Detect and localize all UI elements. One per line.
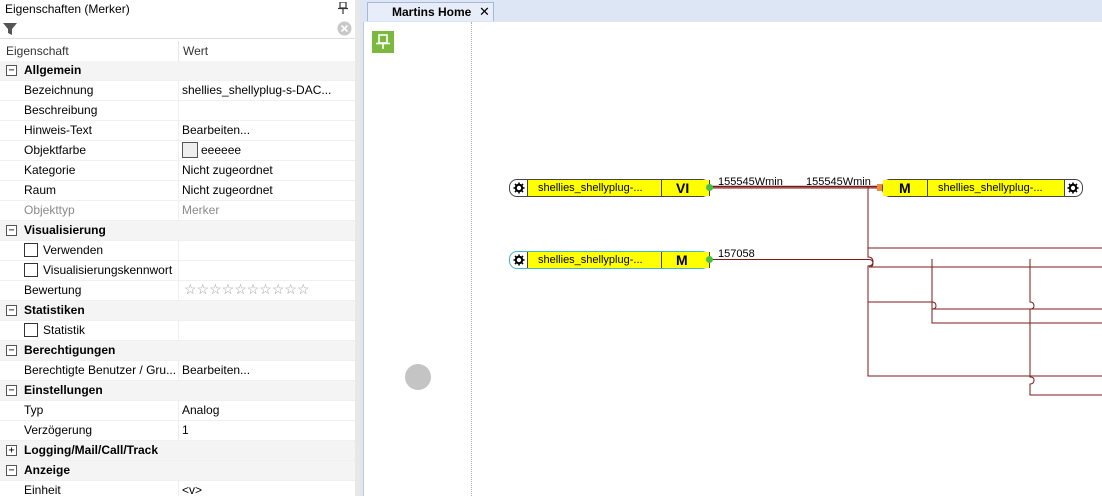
value-typ[interactable]: Analog bbox=[182, 403, 219, 417]
collapse-icon[interactable]: − bbox=[6, 65, 17, 76]
filter-input[interactable] bbox=[22, 21, 336, 38]
close-icon[interactable]: ✕ bbox=[479, 4, 490, 20]
checkbox-statistik[interactable] bbox=[24, 323, 38, 337]
category-einstellungen[interactable]: − Einstellungen bbox=[0, 381, 355, 401]
document-area: Martins Home ✕ shellies_shellyplug-... V… bbox=[360, 0, 1102, 496]
pin-toolbar-button[interactable] bbox=[372, 31, 394, 53]
block-label: shellies_shellyplug-... bbox=[538, 182, 643, 194]
prop-objektfarbe[interactable]: Objektfarbe eeeeee bbox=[0, 141, 355, 161]
prop-visualisierungskennwort[interactable]: Visualisierungskennwort bbox=[0, 261, 355, 281]
prop-raum[interactable]: Raum Nicht zugeordnet bbox=[0, 181, 355, 201]
property-grid: − Allgemein Bezeichnung shellies_shellyp… bbox=[0, 61, 355, 496]
category-visualisierung[interactable]: − Visualisierung bbox=[0, 221, 355, 241]
wire-value-label: 155545Wmin bbox=[718, 176, 783, 188]
logic-block-m-source[interactable]: shellies_shellyplug-... M bbox=[509, 251, 710, 269]
column-header: Eigenschaft Wert bbox=[0, 41, 355, 62]
wire-value-label: 157058 bbox=[718, 248, 755, 260]
prop-verwenden[interactable]: Verwenden bbox=[0, 241, 355, 261]
column-property[interactable]: Eigenschaft bbox=[6, 44, 69, 58]
collapse-icon[interactable]: − bbox=[6, 305, 17, 316]
prop-objekttyp: Objekttyp Merker bbox=[0, 201, 355, 221]
output-port[interactable] bbox=[706, 256, 713, 263]
input-port[interactable] bbox=[877, 184, 882, 191]
logic-block-m-target[interactable]: M shellies_shellyplug-... bbox=[882, 179, 1083, 197]
prop-bezeichnung[interactable]: Bezeichnung shellies_shellyplug-s-DAC... bbox=[0, 81, 355, 101]
filter-bar bbox=[0, 19, 355, 39]
category-logging[interactable]: + Logging/Mail/Call/Track bbox=[0, 441, 355, 461]
value-raum[interactable]: Nicht zugeordnet bbox=[182, 183, 273, 197]
collapse-icon[interactable]: − bbox=[6, 385, 17, 396]
value-objektfarbe[interactable]: eeeeee bbox=[201, 143, 241, 157]
value-objekttyp: Merker bbox=[182, 203, 220, 217]
logic-canvas[interactable]: shellies_shellyplug-... VI shellies_shel… bbox=[363, 22, 1102, 496]
rating-stars[interactable]: ☆☆☆☆☆☆☆☆☆☆ bbox=[184, 281, 310, 298]
prop-kategorie[interactable]: Kategorie Nicht zugeordnet bbox=[0, 161, 355, 181]
column-value[interactable]: Wert bbox=[183, 44, 208, 58]
wire-branch bbox=[1029, 259, 1102, 396]
status-dot bbox=[405, 364, 431, 390]
prop-berechtigte-benutzer[interactable]: Berechtigte Benutzer / Gru... Bearbeiten… bbox=[0, 361, 355, 381]
value-verzoegerung[interactable]: 1 bbox=[182, 423, 189, 437]
logic-block-vi[interactable]: shellies_shellyplug-... VI bbox=[509, 179, 710, 197]
collapse-icon[interactable]: − bbox=[6, 225, 17, 236]
gear-icon[interactable] bbox=[1067, 182, 1079, 194]
block-label: shellies_shellyplug-... bbox=[938, 182, 1043, 194]
value-einheit[interactable]: <v> bbox=[182, 483, 202, 496]
prop-statistik[interactable]: Statistik bbox=[0, 321, 355, 341]
category-berechtigungen[interactable]: − Berechtigungen bbox=[0, 341, 355, 361]
gear-icon[interactable] bbox=[513, 182, 525, 194]
filter-icon[interactable] bbox=[2, 21, 18, 37]
panel-title-bar: Eigenschaften (Merker) bbox=[0, 0, 355, 19]
category-allgemein[interactable]: − Allgemein bbox=[0, 61, 355, 81]
expand-icon[interactable]: + bbox=[6, 445, 17, 456]
wire-value-label: 155545Wmin bbox=[806, 176, 871, 188]
collapse-icon[interactable]: − bbox=[6, 465, 17, 476]
pin-icon[interactable] bbox=[337, 1, 349, 16]
prop-bewertung[interactable]: Bewertung ☆☆☆☆☆☆☆☆☆☆ bbox=[0, 281, 355, 301]
prop-hinweis-text[interactable]: Hinweis-Text Bearbeiten... bbox=[0, 121, 355, 141]
value-berechtigte-benutzer[interactable]: Bearbeiten... bbox=[182, 363, 250, 377]
properties-panel: Eigenschaften (Merker) Eigenschaft Wert … bbox=[0, 0, 355, 496]
gear-icon[interactable] bbox=[513, 254, 525, 266]
block-type: M bbox=[899, 180, 911, 196]
value-hinweis-text[interactable]: Bearbeiten... bbox=[182, 123, 250, 137]
prop-typ[interactable]: Typ Analog bbox=[0, 401, 355, 421]
category-anzeige[interactable]: − Anzeige bbox=[0, 461, 355, 481]
prop-verzoegerung[interactable]: Verzögerung 1 bbox=[0, 421, 355, 441]
value-kategorie[interactable]: Nicht zugeordnet bbox=[182, 163, 273, 177]
wire-trunk bbox=[867, 187, 1102, 377]
wire-branch bbox=[868, 301, 1102, 310]
checkbox-visualisierungskennwort[interactable] bbox=[24, 263, 38, 277]
block-type: VI bbox=[676, 180, 690, 196]
checkbox-verwenden[interactable] bbox=[24, 243, 38, 257]
collapse-icon[interactable]: − bbox=[6, 345, 17, 356]
tab-label: Martins Home bbox=[392, 5, 472, 19]
output-port[interactable] bbox=[706, 184, 713, 191]
block-label: shellies_shellyplug-... bbox=[538, 254, 643, 266]
wire-m-out bbox=[710, 259, 1102, 268]
prop-beschreibung[interactable]: Beschreibung bbox=[0, 101, 355, 121]
tab-martins-home[interactable]: Martins Home ✕ bbox=[367, 2, 494, 21]
prop-einheit[interactable]: Einheit <v> bbox=[0, 481, 355, 496]
pin-icon bbox=[376, 34, 390, 49]
value-bezeichnung[interactable]: shellies_shellyplug-s-DAC... bbox=[182, 83, 331, 97]
block-type: M bbox=[676, 252, 688, 268]
category-statistiken[interactable]: − Statistiken bbox=[0, 301, 355, 321]
panel-title: Eigenschaften (Merker) bbox=[5, 2, 130, 16]
wire-branch bbox=[931, 259, 1102, 324]
color-swatch[interactable] bbox=[182, 142, 198, 158]
clear-icon[interactable] bbox=[337, 21, 352, 36]
